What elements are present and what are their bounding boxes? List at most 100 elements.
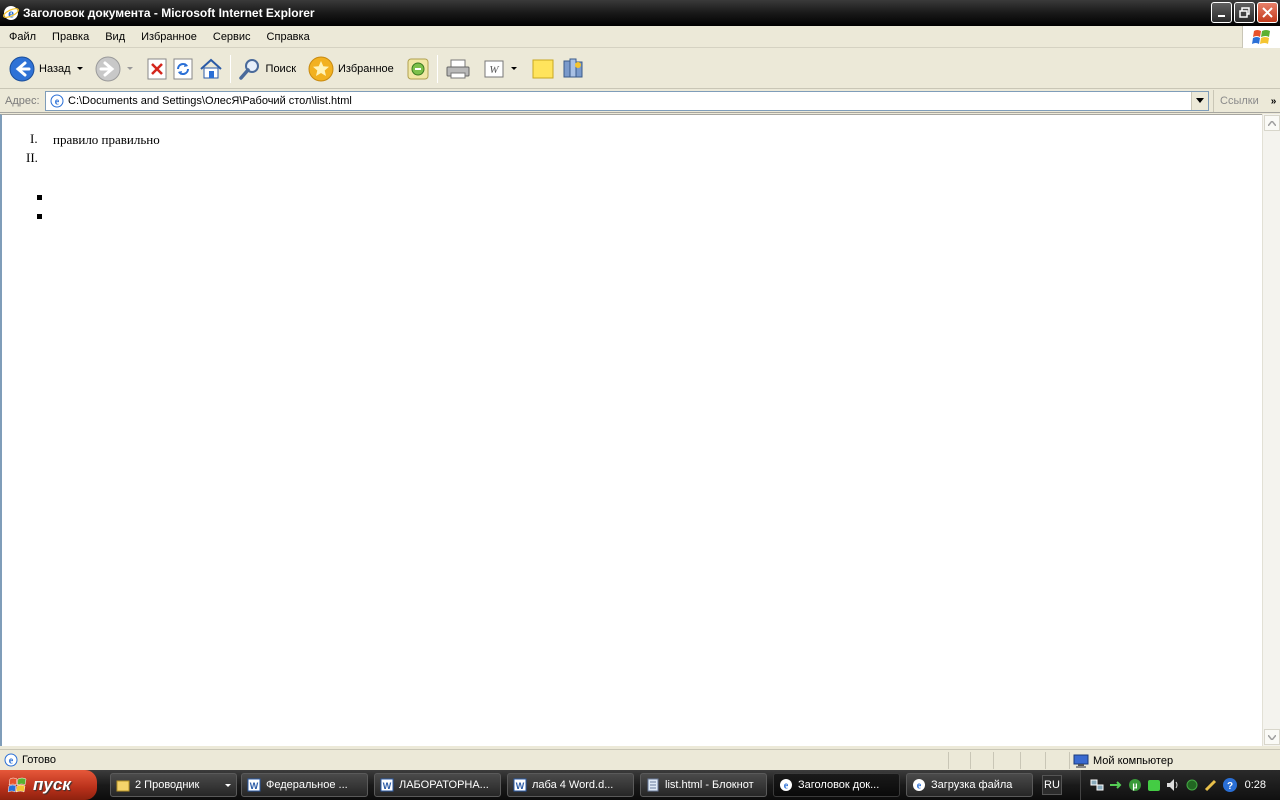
home-icon: [199, 58, 222, 78]
minimize-button[interactable]: [1211, 2, 1232, 23]
search-icon: [238, 58, 259, 80]
menu-edit[interactable]: Правка: [44, 31, 97, 43]
scroll-down-button[interactable]: [1264, 729, 1280, 745]
chevron-up-icon: [1268, 120, 1276, 126]
language-indicator[interactable]: RU: [1042, 775, 1062, 795]
toolbar-separator: [436, 54, 438, 83]
svg-text:e: e: [55, 97, 60, 108]
edit-button[interactable]: W: [480, 51, 520, 87]
print-icon: [446, 59, 470, 78]
refresh-button[interactable]: [170, 51, 196, 87]
svg-text:W: W: [383, 781, 392, 791]
status-pane: [1069, 752, 1070, 769]
torrent-icon[interactable]: µ: [1127, 777, 1143, 793]
search-label: Поиск: [265, 62, 297, 75]
address-value[interactable]: C:\Documents and Settings\ОлесЯ\Рабочий …: [68, 95, 352, 107]
window-title: Заголовок документа - Microsoft Internet…: [23, 6, 315, 20]
status-text: Готово: [22, 754, 56, 766]
ordered-list-marker: I.: [30, 131, 38, 146]
chevron-down-icon: [1196, 98, 1204, 103]
svg-text:e: e: [784, 781, 789, 792]
restore-icon: [1239, 7, 1250, 18]
back-button[interactable]: Назад: [6, 51, 86, 87]
close-button[interactable]: [1257, 2, 1278, 23]
address-dropdown-button[interactable]: [1191, 92, 1208, 110]
menu-file[interactable]: Файл: [0, 31, 44, 43]
zone-label: Мой компьютер: [1093, 754, 1174, 767]
task-word-1[interactable]: W Федеральное ...: [241, 773, 368, 797]
help-icon[interactable]: ?: [1222, 777, 1238, 793]
start-button[interactable]: пуск: [0, 770, 97, 800]
ie-icon: e: [780, 779, 792, 792]
start-label: пуск: [33, 775, 71, 794]
task-word-2[interactable]: W ЛАБОРАТОРНА...: [374, 773, 501, 797]
menu-bar: Файл Правка Вид Избранное Сервис Справка: [0, 26, 1280, 48]
menu-help[interactable]: Справка: [259, 31, 318, 43]
task-label: Федеральное ...: [266, 779, 348, 791]
volume-icon[interactable]: [1165, 777, 1181, 793]
folder-icon: [116, 780, 130, 792]
standard-toolbar: Назад Поиск Избранное W: [0, 49, 1280, 89]
task-label: ЛАБОРАТОРНА...: [399, 779, 489, 791]
system-tray: µ ? 0:28: [1080, 770, 1280, 800]
word-icon: W: [513, 778, 527, 792]
scroll-up-button[interactable]: [1264, 115, 1280, 131]
task-ie-download[interactable]: e Загрузка файла: [906, 773, 1033, 797]
windows-logo: [1242, 26, 1280, 48]
windows-flag-icon: [1251, 30, 1270, 44]
ordered-list-marker: II.: [26, 150, 38, 165]
favorites-star-icon: [308, 56, 334, 81]
back-label: Назад: [39, 62, 71, 75]
forward-button[interactable]: [92, 51, 136, 87]
minimize-icon: [1217, 14, 1225, 17]
svg-text:W: W: [250, 781, 259, 791]
forward-dropdown-icon[interactable]: [126, 67, 133, 70]
favorites-button[interactable]: Избранное: [305, 51, 397, 87]
task-explorer[interactable]: 2 Проводник: [110, 773, 237, 797]
ie-icon: e: [3, 6, 19, 21]
links-toolbar[interactable]: Ссылки »: [1213, 90, 1280, 112]
bullet-list-item: [37, 195, 42, 200]
tools-icon[interactable]: [1203, 777, 1219, 793]
print-button[interactable]: [442, 51, 474, 87]
edit-dropdown-icon[interactable]: [510, 67, 517, 70]
menu-view[interactable]: Вид: [97, 31, 133, 43]
sync-icon[interactable]: [1108, 777, 1124, 793]
windows-flag-icon: [8, 777, 27, 793]
task-word-3[interactable]: W лаба 4 Word.d...: [507, 773, 634, 797]
group-dropdown-icon: [225, 783, 231, 787]
media-button[interactable]: [403, 51, 433, 87]
svg-text:e: e: [9, 756, 14, 767]
ordered-list-item: правило правильно: [53, 132, 160, 147]
back-dropdown-icon[interactable]: [76, 67, 83, 70]
status-pane: [1020, 752, 1021, 769]
address-bar: Адрес: e C:\Documents and Settings\ОлесЯ…: [0, 90, 1280, 113]
status-pane: [993, 752, 994, 769]
discuss-button[interactable]: [528, 51, 558, 87]
task-label: Загрузка файла: [931, 779, 1013, 791]
word-icon: W: [380, 778, 394, 792]
restore-button[interactable]: [1234, 2, 1255, 23]
svg-text:W: W: [516, 781, 525, 791]
address-field[interactable]: e C:\Documents and Settings\ОлесЯ\Рабочи…: [45, 91, 1209, 111]
links-label: Ссылки: [1220, 95, 1259, 107]
stop-icon: [147, 58, 167, 79]
status-bar: e Готово Мой компьютер: [0, 749, 1280, 770]
search-button[interactable]: Поиск: [235, 51, 299, 87]
chevron-right-icon[interactable]: »: [1271, 96, 1277, 107]
task-ie-active[interactable]: e Заголовок док...: [773, 773, 900, 797]
title-bar[interactable]: e Заголовок документа - Microsoft Intern…: [0, 0, 1280, 26]
task-label: Заголовок док...: [798, 779, 880, 791]
network-icon[interactable]: [1089, 777, 1105, 793]
status-green-icon[interactable]: [1146, 777, 1162, 793]
menu-tools[interactable]: Сервис: [205, 31, 259, 43]
messenger-button[interactable]: [558, 51, 588, 87]
task-notepad[interactable]: list.html - Блокнот: [640, 773, 767, 797]
stop-button[interactable]: [144, 51, 170, 87]
menu-favorites[interactable]: Избранное: [133, 31, 205, 43]
home-button[interactable]: [196, 51, 226, 87]
vertical-scrollbar[interactable]: [1262, 114, 1280, 746]
clock[interactable]: 0:28: [1245, 779, 1266, 791]
svg-text:W: W: [489, 64, 499, 76]
antivirus-icon[interactable]: [1184, 777, 1200, 793]
